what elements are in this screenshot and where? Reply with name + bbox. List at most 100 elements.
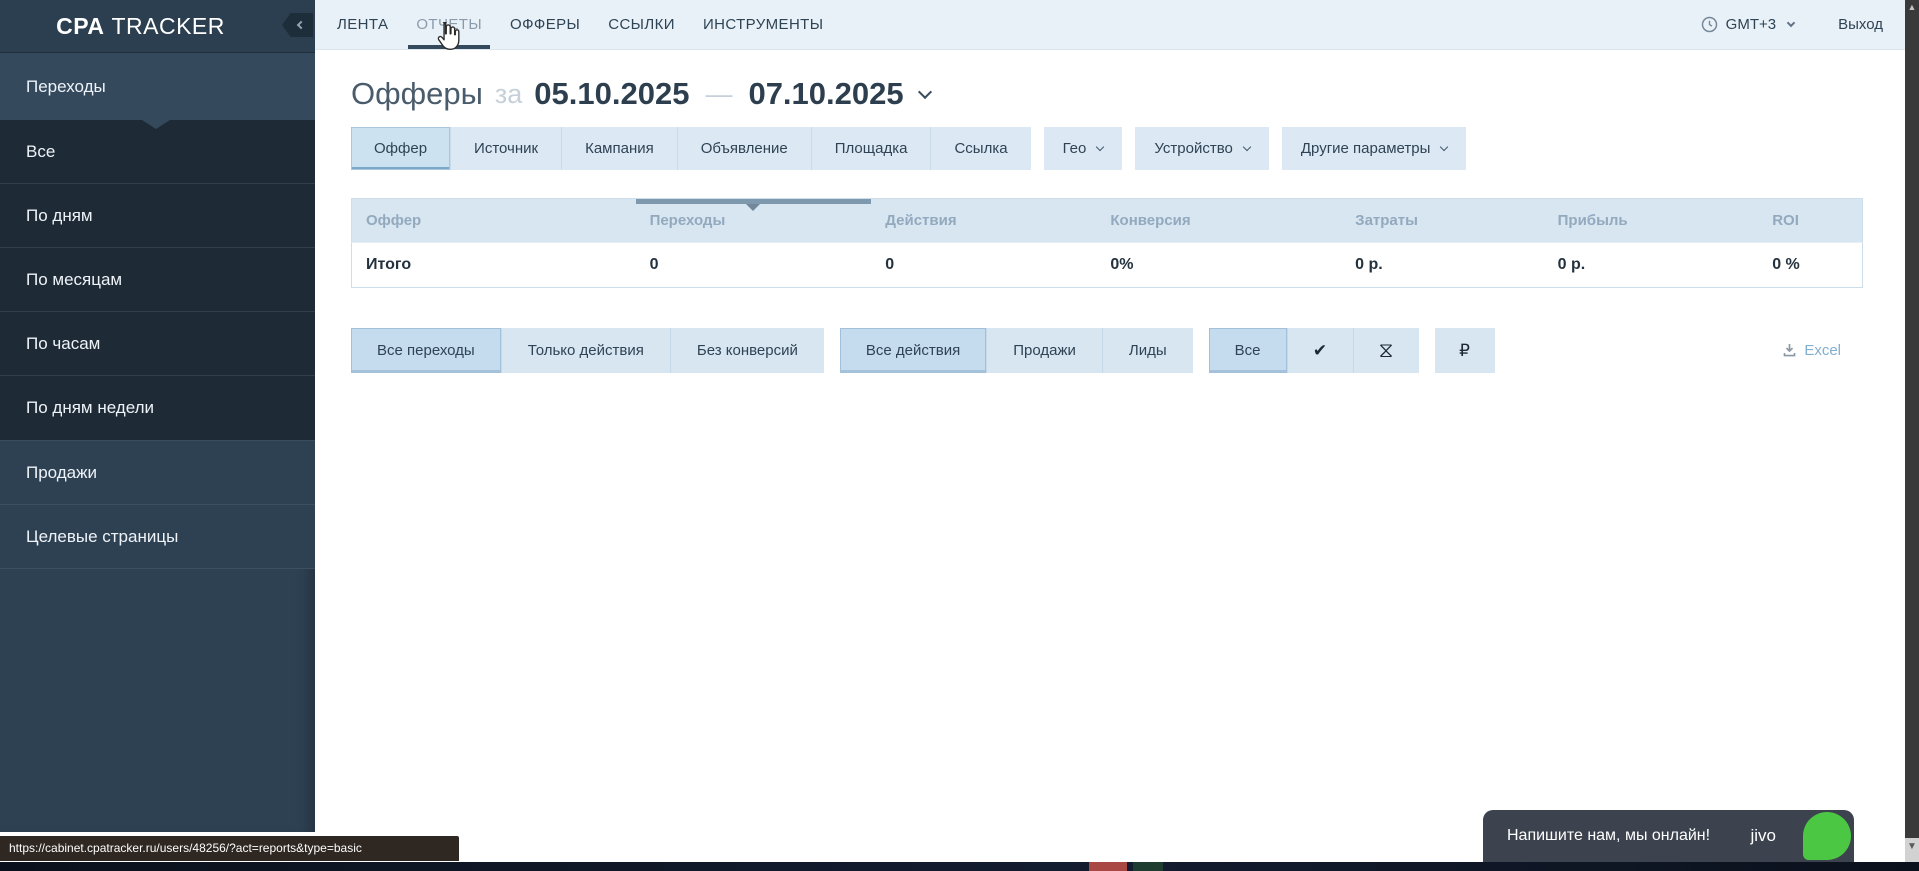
chevron-down-icon (1440, 143, 1448, 151)
tab-istochnik[interactable]: Источник (450, 127, 561, 170)
scrollbar: ▲ ▼ (1905, 0, 1919, 862)
logo-area: CPA TRACKER (0, 0, 315, 53)
sidebar-item-label: Продажи (26, 463, 97, 483)
hourglass-icon: ⧖ (1379, 339, 1394, 363)
sidebar: CPA TRACKER Переходы Все По дням По месяц… (0, 0, 315, 832)
sidebar-item-prodazhi[interactable]: Продажи (0, 441, 315, 505)
app-logo: CPA TRACKER (56, 13, 259, 40)
filter-vse-deystviya[interactable]: Все действия (840, 328, 986, 373)
col-offer[interactable]: Оффер (352, 199, 636, 243)
dropdown-drugie-parametry[interactable]: Другие параметры (1282, 127, 1467, 170)
scrollbar-thumb[interactable] (1905, 0, 1919, 838)
main-area: ЛЕНТА ОТЧЕТЫ ОФФЕРЫ ССЫЛКИ ИНСТРУМЕНТЫ G… (315, 0, 1919, 871)
filter-group-actions: Все действия Продажи Лиды (840, 328, 1193, 373)
sidebar-item-label: По месяцам (26, 270, 122, 290)
tab-obyavlenie[interactable]: Объявление (677, 127, 811, 170)
sidebar-submenu: Все По дням По месяцам По часам По дням … (0, 120, 315, 441)
taskbar-app-icon (1089, 862, 1127, 871)
filter-tolko-deystviya[interactable]: Только действия (501, 328, 670, 373)
timezone-label: GMT+3 (1726, 16, 1776, 33)
export-label: Excel (1804, 342, 1841, 359)
ruble-icon: ₽ (1459, 341, 1470, 361)
sidebar-item-label: По дням недели (26, 398, 154, 418)
topbar-right: GMT+3 Выход (1701, 0, 1919, 49)
filter-lidy[interactable]: Лиды (1102, 328, 1193, 373)
sidebar-item-po-dnyam[interactable]: По дням (0, 184, 315, 248)
nav-lenta[interactable]: ЛЕНТА (323, 0, 402, 49)
dropdown-label: Гео (1063, 140, 1087, 157)
sidebar-item-label: По часам (26, 334, 100, 354)
filter-bez-konversiy[interactable]: Без конверсий (670, 328, 824, 373)
col-deystviya[interactable]: Действия (871, 199, 1096, 243)
jivo-green-bubble-icon (1803, 812, 1851, 860)
date-separator: — (705, 79, 732, 110)
logo-rest: TRACKER (111, 13, 224, 39)
sidebar-item-po-mesyacam[interactable]: По месяцам (0, 248, 315, 312)
dropdown-geo[interactable]: Гео (1044, 127, 1123, 170)
filter-status-approved-button[interactable]: ✔ (1287, 328, 1353, 373)
col-perehody[interactable]: Переходы (636, 199, 872, 243)
cell-pribyl: 0 р. (1544, 243, 1759, 288)
filter-group-status: Все ✔ ⧖ (1209, 328, 1419, 373)
clock-icon (1701, 16, 1718, 33)
chevron-left-icon (296, 21, 304, 29)
chevron-down-icon (1243, 143, 1251, 151)
date-to[interactable]: 07.10.2025 (748, 76, 903, 112)
tab-ssylka[interactable]: Ссылка (930, 127, 1030, 170)
filter-vse-perehody[interactable]: Все переходы (351, 328, 501, 373)
date-range-chevron-icon[interactable] (918, 85, 932, 99)
filter-group-currency: ₽ (1435, 328, 1495, 373)
sidebar-item-po-chasam[interactable]: По часам (0, 312, 315, 376)
col-zatraty[interactable]: Затраты (1341, 199, 1543, 243)
cell-konversiya: 0% (1096, 243, 1341, 288)
dropdown-label: Другие параметры (1301, 140, 1431, 157)
sidebar-item-label: По дням (26, 206, 93, 226)
nav-instrumenty[interactable]: ИНСТРУМЕНТЫ (689, 0, 838, 49)
chevron-down-icon (1787, 19, 1795, 27)
filter-status-vse[interactable]: Все (1209, 328, 1287, 373)
filter-prodazhi[interactable]: Продажи (986, 328, 1102, 373)
sidebar-item-perehody[interactable]: Переходы (0, 53, 315, 120)
sidebar-item-label: Переходы (26, 77, 106, 97)
nav-ssylki[interactable]: ССЫЛКИ (594, 0, 689, 49)
chat-widget[interactable]: Напишите нам, мы онлайн! jivo (1483, 810, 1854, 862)
sidebar-item-celevye-stranicy[interactable]: Целевые страницы (0, 505, 315, 569)
col-pribyl[interactable]: Прибыль (1544, 199, 1759, 243)
scroll-up-icon[interactable]: ▲ (1905, 2, 1919, 12)
sidebar-item-vse[interactable]: Все (0, 120, 315, 184)
page-title: Офферы за 05.10.2025 — 07.10.2025 (351, 76, 1863, 112)
sidebar-collapse-button[interactable] (282, 13, 313, 37)
report-table-wrap: Оффер Переходы Действия Конверсия Затрат… (351, 198, 1863, 288)
tab-offer[interactable]: Оффер (351, 127, 450, 170)
taskbar-app-icon (1133, 862, 1163, 871)
dimension-tabs: Оффер Источник Кампания Объявление Площа… (351, 127, 1863, 170)
chevron-down-icon (1096, 143, 1104, 151)
col-konversiya[interactable]: Конверсия (1096, 199, 1341, 243)
col-roi[interactable]: ROI (1758, 199, 1862, 243)
report-content: Офферы за 05.10.2025 — 07.10.2025 Оффер … (315, 50, 1919, 373)
cell-zatraty: 0 р. (1341, 243, 1543, 288)
nav-offery[interactable]: ОФФЕРЫ (496, 0, 594, 49)
filter-currency-button[interactable]: ₽ (1435, 328, 1495, 373)
sidebar-item-po-dnyam-nedeli[interactable]: По дням недели (0, 376, 315, 440)
sidebar-item-label: Все (26, 142, 55, 162)
cell-perehody: 0 (636, 243, 872, 288)
checkmark-icon: ✔ (1313, 341, 1327, 361)
timezone-selector[interactable]: GMT+3 (1701, 16, 1794, 33)
table-header-row: Оффер Переходы Действия Конверсия Затрат… (352, 199, 1863, 243)
nav-otchety[interactable]: ОТЧЕТЫ (402, 0, 496, 49)
download-icon (1782, 343, 1797, 358)
scroll-down-icon[interactable]: ▼ (1905, 841, 1919, 852)
filter-status-pending-button[interactable]: ⧖ (1353, 328, 1419, 373)
logout-link[interactable]: Выход (1838, 16, 1883, 33)
export-excel-link[interactable]: Excel (1782, 342, 1841, 359)
date-from[interactable]: 05.10.2025 (534, 76, 689, 112)
tab-kampaniya[interactable]: Кампания (561, 127, 677, 170)
dropdown-label: Устройство (1154, 140, 1232, 157)
tab-ploshchadka[interactable]: Площадка (811, 127, 931, 170)
cell-roi: 0 % (1758, 243, 1862, 288)
taskbar-edge (0, 862, 1919, 871)
jivo-logo: jivo (1750, 826, 1776, 846)
logo-bold: CPA (56, 13, 104, 39)
dropdown-ustroystvo[interactable]: Устройство (1135, 127, 1268, 170)
